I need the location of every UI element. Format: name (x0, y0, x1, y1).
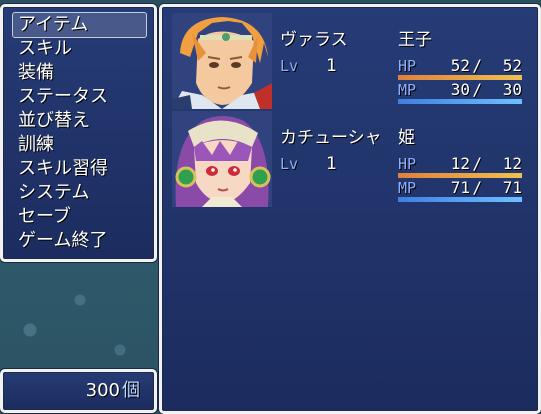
command-label: セーブ (18, 206, 71, 227)
command-list: アイテム スキル 装備 ステータス 並び替え 訓練 スキル習得 システム セーブ… (12, 12, 147, 253)
mp-label: MP (398, 179, 417, 197)
command-item-learn-skill[interactable]: スキル習得 (13, 157, 146, 181)
mp-gauge (398, 99, 522, 104)
mp-gauge-fill (398, 197, 522, 202)
mp-gauge-fill (398, 99, 522, 104)
command-item-training[interactable]: 訓練 (13, 133, 146, 157)
actor-row[interactable]: カチューシャ 姫 Lv 1 HP 12 / 12 MP 71 / 71 (172, 111, 532, 207)
actor-title: 王子 (398, 30, 432, 50)
command-window: アイテム スキル 装備 ステータス 並び替え 訓練 スキル習得 システム セーブ… (0, 4, 157, 262)
level-value: 1 (326, 56, 337, 76)
hp-current: 52 (450, 56, 470, 75)
hp-max: 52 (502, 56, 522, 75)
gold-display: 300 個 (86, 379, 140, 403)
command-item-game-end[interactable]: ゲーム終了 (13, 229, 146, 253)
command-label: スキル習得 (18, 158, 108, 179)
actor-name: カチューシャ (280, 128, 382, 148)
level-label: Lv (280, 155, 299, 173)
gold-unit: 個 (122, 380, 140, 401)
mp-max: 30 (502, 80, 522, 99)
mp-current: 71 (450, 178, 470, 197)
hp-max: 12 (502, 154, 522, 173)
princess-portrait-icon (172, 111, 272, 207)
actor-row[interactable]: ヴァラス 王子 Lv 1 HP 52 / 52 MP 30 / 30 (172, 13, 532, 109)
command-label: 装備 (18, 62, 54, 83)
mp-label: MP (398, 81, 417, 99)
hp-current: 12 (450, 154, 470, 173)
hp-label: HP (398, 155, 417, 173)
command-label: ステータス (18, 86, 108, 107)
gold-window: 300 個 (0, 369, 157, 413)
mp-separator: / (472, 80, 482, 99)
actor-title: 姫 (398, 128, 415, 148)
command-item-item[interactable]: アイテム (12, 12, 147, 38)
hp-separator: / (472, 56, 482, 75)
command-label: 訓練 (18, 134, 54, 155)
hp-separator: / (472, 154, 482, 173)
level-label: Lv (280, 57, 299, 75)
party-status-window: ヴァラス 王子 Lv 1 HP 52 / 52 MP 30 / 30 カチューシ… (159, 4, 541, 414)
command-label: アイテム (18, 14, 89, 35)
command-item-formation[interactable]: 並び替え (13, 109, 146, 133)
actor-name: ヴァラス (280, 30, 348, 50)
command-item-save[interactable]: セーブ (13, 205, 146, 229)
gold-amount: 300 (85, 380, 120, 401)
mp-current: 30 (450, 80, 470, 99)
level-value: 1 (326, 154, 337, 174)
mp-separator: / (472, 178, 482, 197)
command-label: スキル (18, 38, 72, 59)
command-item-equip[interactable]: 装備 (13, 61, 146, 85)
level-row: Lv 1 (280, 153, 337, 175)
prince-portrait-icon (172, 13, 272, 109)
level-row: Lv 1 (280, 55, 337, 77)
command-label: ゲーム終了 (18, 230, 108, 251)
command-item-status[interactable]: ステータス (13, 85, 146, 109)
command-label: 並び替え (18, 110, 90, 131)
command-label: システム (18, 182, 90, 203)
command-item-system[interactable]: システム (13, 181, 146, 205)
mp-max: 71 (502, 178, 522, 197)
hp-label: HP (398, 57, 417, 75)
command-item-skill[interactable]: スキル (13, 37, 146, 61)
mp-gauge (398, 197, 522, 202)
